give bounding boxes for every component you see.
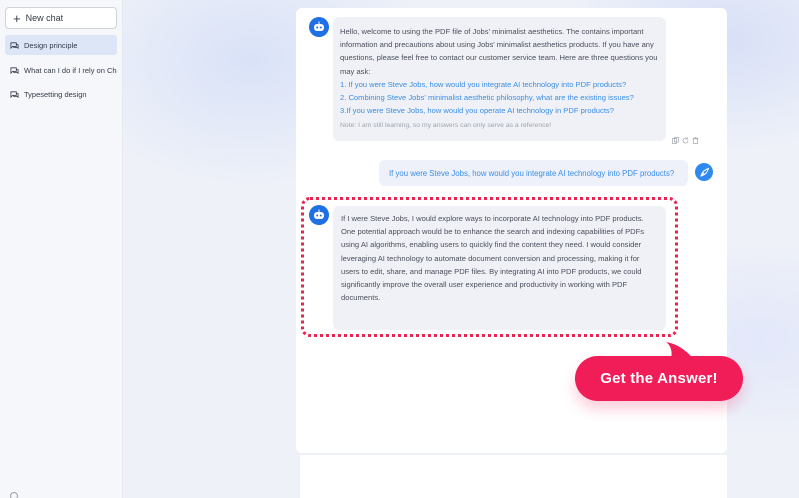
plus-icon: +: [13, 10, 21, 26]
sidebar-item-what-can-i-do[interactable]: What can I do if I rely on Chat: [5, 60, 117, 80]
chat-bubble-icon: [10, 41, 19, 49]
answer-highlight-frame: [301, 197, 678, 337]
suggested-question[interactable]: 1. If you were Steve Jobs, how would you…: [340, 78, 659, 91]
suggested-question[interactable]: 3.If you were Steve Jobs, how would you …: [340, 104, 659, 117]
user-message-text: If you were Steve Jobs, how would you in…: [389, 168, 675, 178]
chat-bubble-icon: [10, 90, 19, 98]
sidebar-item-label: Typesetting design: [24, 89, 87, 99]
sidebar: + New chat Design principle What can I d…: [0, 0, 123, 498]
delete-icon[interactable]: [692, 131, 699, 144]
refresh-icon[interactable]: [682, 131, 689, 144]
bot-intro-text: Hello, welcome to using the PDF file of …: [340, 27, 658, 76]
chat-input-area[interactable]: [300, 455, 727, 498]
sidebar-item-label: What can I do if I rely on Chat: [24, 65, 117, 75]
bot-intro-message: Hello, welcome to using the PDF file of …: [333, 17, 666, 141]
message-toolbar: [672, 131, 699, 144]
bot-avatar-icon: [309, 17, 329, 37]
get-answer-button[interactable]: Get the Answer!: [575, 356, 743, 401]
sidebar-item-design-principle[interactable]: Design principle: [5, 35, 117, 55]
disclaimer-note: Note: I am still learning, so my answers…: [340, 122, 552, 130]
sidebar-item-label: Design principle: [24, 40, 78, 50]
get-answer-label: Get the Answer!: [600, 370, 718, 387]
user-avatar-icon: [695, 163, 713, 181]
chat-bubble-icon: [10, 66, 19, 74]
user-message: If you were Steve Jobs, how would you in…: [379, 160, 688, 186]
suggested-question[interactable]: 2. Combining Steve Jobs' minimalist aest…: [340, 91, 659, 104]
new-chat-button[interactable]: + New chat: [5, 7, 117, 29]
settings-icon[interactable]: [10, 492, 18, 498]
copy-icon[interactable]: [672, 131, 679, 144]
new-chat-label: New chat: [25, 13, 64, 23]
sidebar-item-typesetting-design[interactable]: Typesetting design: [5, 84, 117, 104]
